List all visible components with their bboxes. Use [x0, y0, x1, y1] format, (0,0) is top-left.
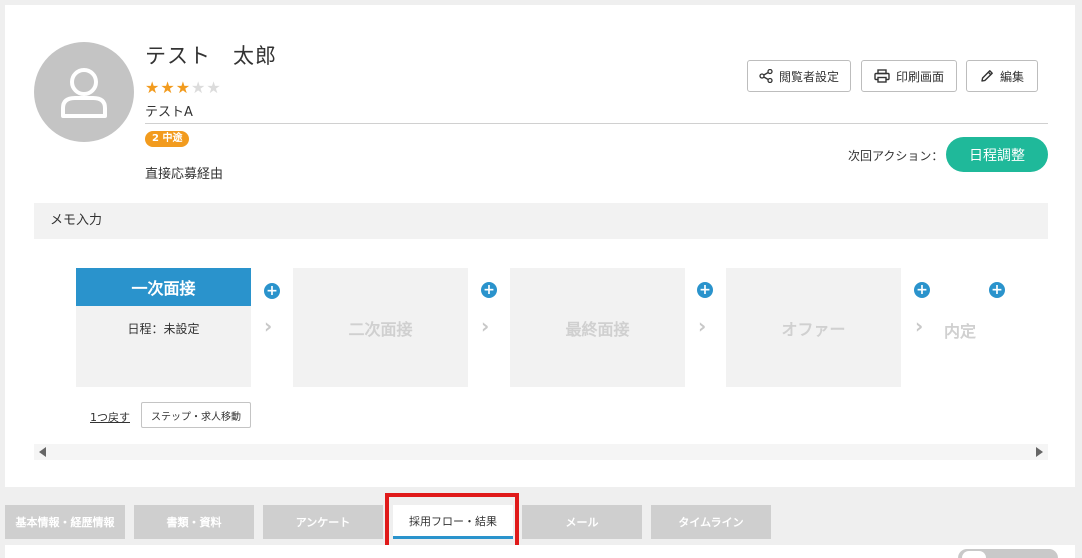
flow-step[interactable]: オファー [726, 268, 901, 387]
edit-button[interactable]: 編集 [966, 60, 1038, 92]
tab-mail[interactable]: メール [522, 505, 642, 539]
chevron-right-icon: › [264, 314, 273, 338]
status-badge: 2 中途 [145, 131, 190, 147]
add-step-icon[interactable]: + [264, 283, 280, 299]
print-label: 印刷画面 [895, 69, 944, 84]
add-step-icon[interactable]: + [914, 282, 930, 298]
chevron-right-icon: › [698, 314, 707, 338]
tab-survey[interactable]: アンケート [263, 505, 383, 539]
star-icon[interactable]: ★ [160, 78, 175, 97]
pencil-icon [981, 70, 993, 82]
flow-step-label: オファー [781, 319, 846, 339]
flow-step-label: 二次面接 [348, 319, 413, 339]
flow-step-active[interactable]: 一次面接 日程：未設定 [76, 268, 251, 387]
horizontal-scrollbar[interactable] [34, 444, 1048, 460]
toggle-knob[interactable] [962, 551, 986, 558]
step-back-link[interactable]: 1つ戻す [90, 409, 130, 425]
viewer-settings-label: 閲覧者設定 [778, 69, 839, 84]
add-step-icon[interactable]: + [481, 282, 497, 298]
application-route: 直接応募経由 [145, 167, 224, 182]
edit-label: 編集 [999, 69, 1024, 84]
scroll-right-icon[interactable] [1036, 447, 1043, 457]
star-icon[interactable]: ★ [176, 78, 191, 97]
step-move-button[interactable]: ステップ・求人移動 [141, 402, 251, 428]
share-icon [759, 69, 773, 83]
rating-stars[interactable]: ★★★★★ [145, 78, 222, 97]
avatar [34, 42, 134, 142]
flow-step-label: 最終面接 [565, 319, 630, 339]
memo-input[interactable]: メモ入力 [34, 203, 1048, 239]
print-button[interactable]: 印刷画面 [861, 60, 957, 92]
add-step-icon[interactable]: + [697, 282, 713, 298]
candidate-subtitle: テストA [145, 105, 193, 120]
tab-documents[interactable]: 書類・資料 [134, 505, 254, 539]
printer-icon [874, 69, 890, 83]
flow-step-schedule: 日程：未設定 [127, 322, 200, 336]
tab-basic-info[interactable]: 基本情報・経歴情報 [5, 505, 125, 539]
chevron-right-icon: › [481, 314, 490, 338]
flow-step[interactable]: 二次面接 [293, 268, 468, 387]
divider [145, 123, 1048, 124]
chevron-right-icon: › [915, 314, 924, 338]
bottom-panel [5, 545, 1075, 558]
star-icon[interactable]: ★ [191, 78, 206, 97]
tab-timeline[interactable]: タイムライン [651, 505, 771, 539]
viewer-settings-button[interactable]: 閲覧者設定 [747, 60, 851, 92]
flow-step-title: 一次面接 [76, 268, 251, 306]
add-step-icon[interactable]: + [989, 282, 1005, 298]
candidate-name: テスト 太郎 [145, 44, 277, 68]
star-icon[interactable]: ★ [206, 78, 221, 97]
scroll-left-icon[interactable] [39, 447, 46, 457]
schedule-adjust-button[interactable]: 日程調整 [946, 137, 1048, 172]
next-action-label: 次回アクション： [848, 149, 944, 163]
flow-step[interactable]: 最終面接 [510, 268, 685, 387]
star-icon[interactable]: ★ [145, 78, 160, 97]
user-icon [61, 68, 107, 118]
flow-step-label[interactable]: 内定 [944, 318, 976, 342]
